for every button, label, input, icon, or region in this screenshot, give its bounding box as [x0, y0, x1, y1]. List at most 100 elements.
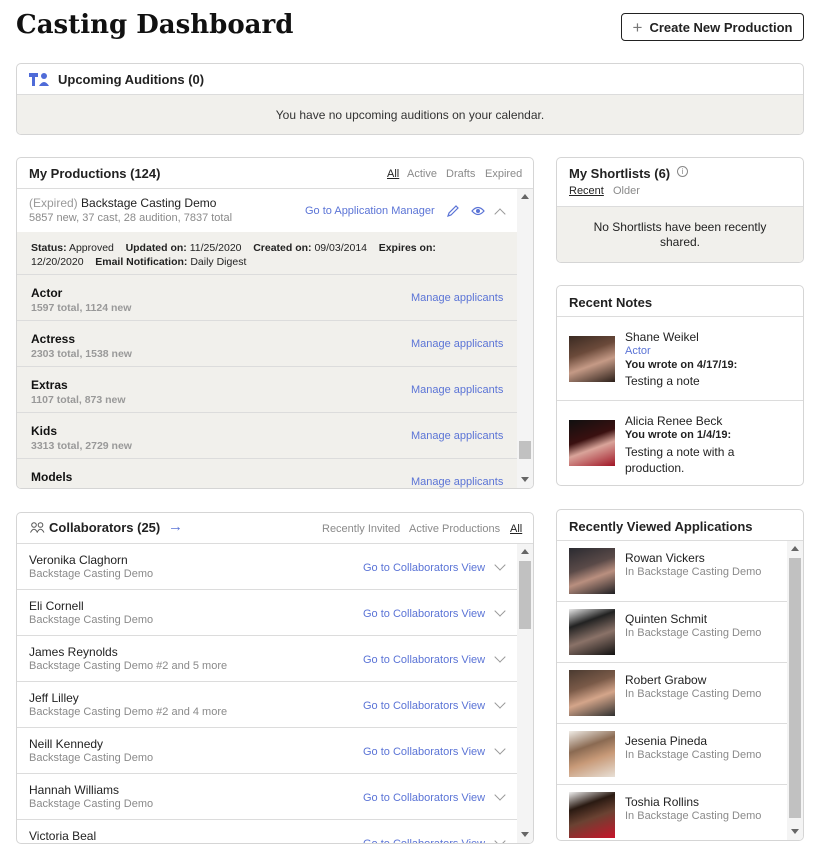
role-name: Actor: [31, 286, 63, 300]
pencil-icon[interactable]: [447, 205, 459, 217]
manage-applicants-link[interactable]: Manage applicants: [411, 292, 503, 304]
application-manager-link[interactable]: Go to Application Manager: [305, 205, 435, 217]
productions-scrollbar[interactable]: [517, 189, 533, 488]
collaborator-productions: Backstage Casting Demo: [29, 614, 154, 626]
production-stats: 5857 new, 37 cast, 28 audition, 7837 tot…: [29, 212, 233, 224]
filter-all-collaborators[interactable]: All: [510, 523, 522, 535]
productions-title: My Productions (124): [29, 166, 161, 181]
collaborator-productions: Backstage Casting Demo #2 and 4 more: [29, 706, 228, 718]
chevron-up-icon[interactable]: [494, 208, 506, 220]
chevron-down-icon[interactable]: [494, 559, 506, 571]
collaborators-view-link[interactable]: Go to Collaborators View: [363, 608, 485, 620]
role-name: Models: [31, 470, 73, 484]
role-row: Models Manage applicants: [17, 459, 517, 488]
note-text: Testing a note: [625, 374, 700, 388]
chevron-down-icon[interactable]: [494, 605, 506, 617]
my-productions-card: My Productions (124) All Active Drafts E…: [16, 157, 534, 489]
collaborator-row[interactable]: Veronika Claghorn Backstage Casting Demo G…: [17, 544, 517, 590]
collaborators-view-link[interactable]: Go to Collaborators View: [363, 700, 485, 712]
scroll-down-icon[interactable]: [521, 477, 529, 482]
applicant-name: Toshia Rollins: [625, 795, 700, 809]
role-name: Kids: [31, 424, 58, 438]
recent-application-row[interactable]: Jesenia Pineda In Backstage Casting Demo: [557, 724, 787, 785]
filter-drafts[interactable]: Drafts: [446, 168, 475, 180]
tab-recent[interactable]: Recent: [569, 185, 604, 197]
role-row: Actress 2303 total, 1538 new Manage applic…: [17, 321, 517, 367]
chevron-down-icon[interactable]: [494, 743, 506, 755]
filter-all[interactable]: All: [387, 168, 399, 180]
scroll-down-icon[interactable]: [521, 832, 529, 837]
applicant-production: In Backstage Casting Demo: [625, 810, 762, 822]
recent-application-row[interactable]: Rowan Vickers In Backstage Casting Demo: [557, 541, 787, 602]
collaborator-name: James Reynolds: [29, 645, 118, 659]
manage-applicants-link[interactable]: Manage applicants: [411, 338, 503, 350]
collaborator-row[interactable]: Neill Kennedy Backstage Casting Demo Go to…: [17, 728, 517, 774]
filter-recently-invited[interactable]: Recently Invited: [322, 523, 400, 535]
manage-applicants-link[interactable]: Manage applicants: [411, 430, 503, 442]
collaborator-row[interactable]: Eli Cornell Backstage Casting Demo Go to C…: [17, 590, 517, 636]
collaborators-view-link[interactable]: Go to Collaborators View: [363, 746, 485, 758]
status-label: Status:: [31, 242, 67, 254]
scroll-up-icon[interactable]: [791, 546, 799, 551]
shortlists-title: My Shortlists (6): [569, 166, 671, 181]
applicant-production: In Backstage Casting Demo: [625, 627, 762, 639]
role-name: Actress: [31, 332, 76, 346]
recent-apps-scrollbar[interactable]: [787, 541, 803, 840]
role-row: Extras 1107 total, 873 new Manage applican…: [17, 367, 517, 413]
role-stats: 2303 total, 1538 new: [31, 348, 132, 360]
collaborator-productions: Backstage Casting Demo: [29, 798, 154, 810]
role-name: Extras: [31, 378, 68, 392]
collaborator-row[interactable]: Victoria Beal Go to Collaborators View: [17, 820, 517, 843]
tab-older[interactable]: Older: [613, 185, 640, 197]
collaborators-scrollbar[interactable]: [517, 544, 533, 843]
filter-active-productions[interactable]: Active Productions: [409, 523, 500, 535]
chevron-down-icon[interactable]: [494, 651, 506, 663]
chevron-down-icon[interactable]: [494, 789, 506, 801]
status-value: Approved: [68, 242, 114, 254]
collaborators-view-link[interactable]: Go to Collaborators View: [363, 838, 485, 843]
recent-application-row[interactable]: Robert Grabow In Backstage Casting Demo: [557, 663, 787, 724]
my-shortlists-card: My Shortlists (6) i Recent Older No Shor…: [556, 157, 804, 263]
chevron-down-icon[interactable]: [494, 835, 506, 843]
recent-application-row[interactable]: Toshia Rollins In Backstage Casting Demo: [557, 785, 787, 840]
created-value: 09/03/2014: [314, 242, 368, 254]
collaborator-productions: Backstage Casting Demo #2 and 5 more: [29, 660, 228, 672]
chevron-down-icon[interactable]: [494, 697, 506, 709]
scroll-down-icon[interactable]: [791, 829, 799, 834]
collaborators-view-link[interactable]: Go to Collaborators View: [363, 654, 485, 666]
recent-application-row[interactable]: Quinten Schmit In Backstage Casting Demo: [557, 602, 787, 663]
scroll-up-icon[interactable]: [521, 549, 529, 554]
note-author[interactable]: Shane Weikel: [625, 330, 699, 344]
filter-expired[interactable]: Expired: [485, 168, 522, 180]
note-author[interactable]: Alicia Renee Beck: [625, 414, 722, 428]
collaborator-row[interactable]: Hannah Williams Backstage Casting Demo Go …: [17, 774, 517, 820]
info-icon[interactable]: i: [677, 166, 688, 177]
applicant-name: Rowan Vickers: [625, 551, 705, 565]
expires-value: 12/20/2020: [31, 256, 84, 268]
manage-applicants-link[interactable]: Manage applicants: [411, 384, 503, 396]
role-row: Kids 3313 total, 2729 new Manage applicant…: [17, 413, 517, 459]
applicant-name: Robert Grabow: [625, 673, 707, 687]
collaborator-name: Victoria Beal: [29, 829, 97, 843]
collaborators-title: Collaborators (25): [49, 520, 161, 535]
collaborators-card: Collaborators (25) → Recently Invited Ac…: [16, 512, 534, 844]
collaborator-row[interactable]: James Reynolds Backstage Casting Demo #2 …: [17, 636, 517, 682]
recent-notes-card: Recent Notes Shane Weikel Actor You wrot…: [556, 285, 804, 486]
collaborators-view-link[interactable]: Go to Collaborators View: [363, 792, 485, 804]
applicant-name: Jesenia Pineda: [625, 734, 708, 748]
scroll-up-icon[interactable]: [521, 194, 529, 199]
note-item[interactable]: Shane Weikel Actor You wrote on 4/17/19:…: [557, 317, 803, 401]
note-role: Actor: [625, 345, 651, 357]
note-item[interactable]: Alicia Renee Beck You wrote on 1/4/19: T…: [557, 401, 803, 485]
production-header[interactable]: (Expired) Backstage Casting Demo 5857 ne…: [17, 189, 517, 232]
collaborator-row[interactable]: Jeff Lilley Backstage Casting Demo #2 and…: [17, 682, 517, 728]
eye-icon[interactable]: [471, 206, 485, 216]
filter-active[interactable]: Active: [407, 168, 437, 180]
avatar: [569, 548, 615, 594]
auditions-empty: You have no upcoming auditions on your c…: [17, 95, 803, 134]
manage-applicants-link[interactable]: Manage applicants: [411, 476, 503, 488]
collaborators-view-link[interactable]: Go to Collaborators View: [363, 562, 485, 574]
arrow-right-icon[interactable]: →: [168, 518, 183, 535]
create-production-button[interactable]: + Create New Production: [621, 13, 804, 41]
applicant-production: In Backstage Casting Demo: [625, 749, 762, 761]
